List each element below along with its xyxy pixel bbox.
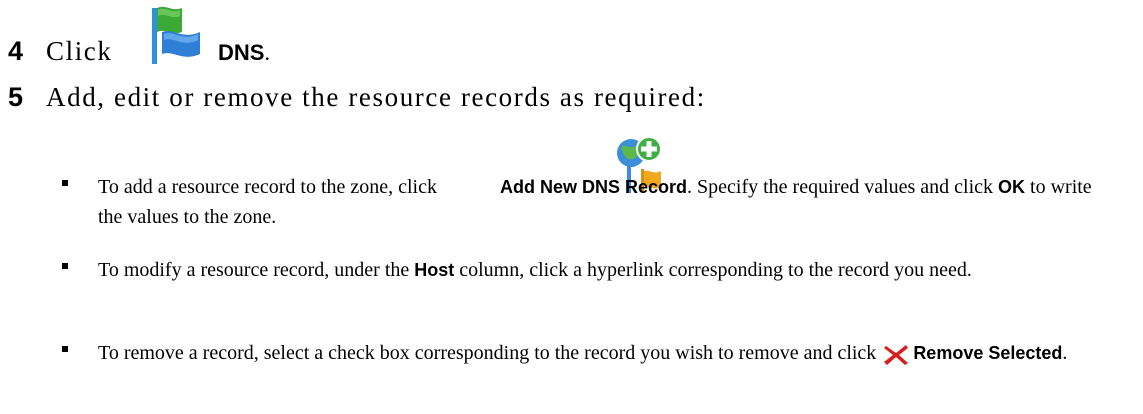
host-column-label: Host: [414, 260, 455, 280]
text-segment: To remove a record, select a check box c…: [98, 342, 882, 364]
dns-button-label[interactable]: DNS.: [218, 40, 270, 66]
step-number: 5: [8, 82, 24, 112]
text-segment: . Specify the required values and click: [687, 176, 999, 198]
text-segment: .: [1062, 342, 1068, 364]
bullet-marker: [62, 346, 68, 352]
step-text: Add, edit or remove the resource records…: [46, 82, 706, 112]
document-page: 4 Click DNS. 5 Add, edit or remove the r…: [0, 0, 1143, 414]
step-4: 4 Click DNS.: [0, 0, 1143, 70]
text-segment: column, click a hyperlink corresponding …: [454, 259, 972, 281]
remove-x-icon: [884, 345, 909, 365]
step-5: 5 Add, edit or remove the resource recor…: [0, 80, 1143, 120]
text-segment: To modify a resource record, under the: [98, 259, 415, 281]
bullet-text: To add a resource record to the zone, cl…: [98, 172, 1108, 232]
add-new-dns-record-label[interactable]: Add New DNS Record: [500, 177, 687, 197]
step-text: Click: [46, 36, 113, 67]
bullet-text: To modify a resource record, under the H…: [98, 255, 1108, 285]
bullet-marker: [62, 180, 68, 186]
bullet-text: To remove a record, select a check box c…: [98, 338, 1108, 368]
ok-label[interactable]: OK: [998, 177, 1025, 197]
text-segment: To add a resource record to the zone, cl…: [98, 176, 442, 198]
bullet-marker: [62, 263, 68, 269]
dns-flag-icon: [152, 6, 200, 64]
click-word: Click: [46, 36, 113, 66]
remove-selected-label[interactable]: Remove Selected: [913, 343, 1062, 363]
step-number: 4: [8, 36, 24, 66]
